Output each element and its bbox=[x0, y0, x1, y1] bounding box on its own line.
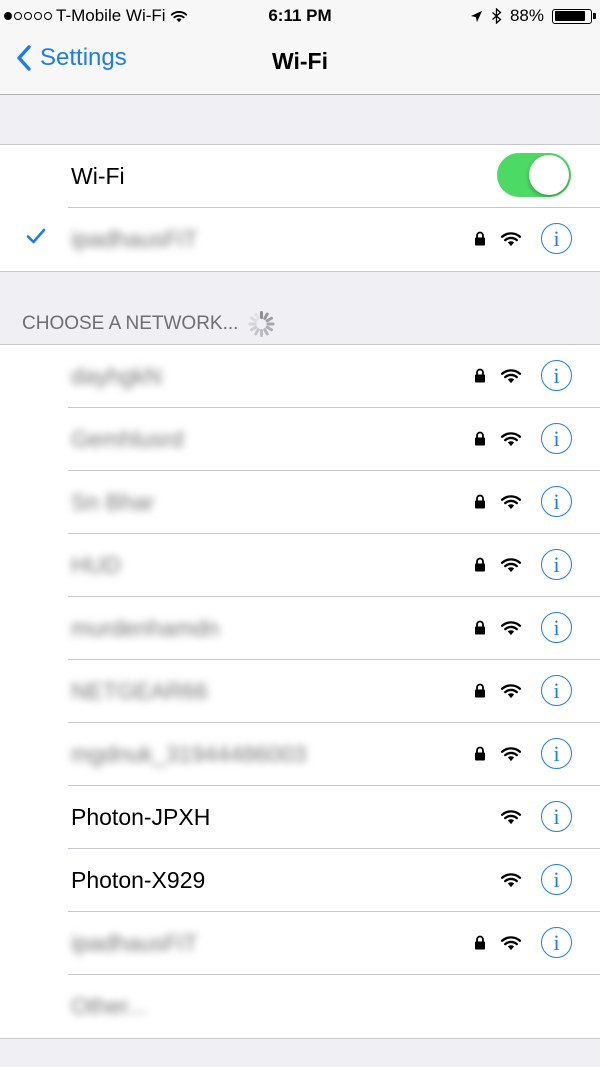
network-row[interactable]: ipadhausFiT i bbox=[68, 912, 600, 975]
network-name: Gemhlusrd bbox=[71, 426, 184, 452]
network-name: Sn Bhar bbox=[71, 489, 155, 515]
info-button[interactable]: i bbox=[541, 801, 572, 832]
network-name: NETGEAR66 bbox=[71, 678, 208, 704]
checkmark-icon bbox=[26, 228, 46, 244]
status-right: 88% bbox=[470, 6, 596, 26]
battery-icon bbox=[552, 8, 596, 24]
network-row[interactable]: Gemhlusrd i bbox=[68, 408, 600, 471]
status-bar: T-Mobile Wi-Fi 6:11 PM 88% bbox=[0, 0, 600, 32]
wifi-toggle-row: Wi-Fi bbox=[68, 145, 600, 208]
wifi-signal-icon bbox=[500, 558, 522, 573]
navigation-bar: Settings Wi-Fi bbox=[0, 32, 600, 95]
lock-icon bbox=[475, 620, 485, 635]
lock-icon bbox=[475, 494, 485, 509]
lock-icon bbox=[475, 368, 485, 383]
back-button[interactable]: Settings bbox=[16, 44, 127, 72]
network-row[interactable]: murdenhamdn i bbox=[68, 597, 600, 660]
connected-network-name: ipadhausFiT bbox=[71, 226, 198, 252]
info-button[interactable]: i bbox=[541, 486, 572, 517]
lock-icon bbox=[475, 746, 485, 761]
wifi-signal-icon bbox=[500, 873, 522, 888]
toggle-knob bbox=[529, 155, 569, 195]
info-button[interactable]: i bbox=[541, 423, 572, 454]
wifi-signal-icon bbox=[500, 684, 522, 699]
network-name: ipadhausFiT bbox=[71, 930, 198, 956]
section-header: CHOOSE A NETWORK... bbox=[22, 310, 276, 338]
network-row[interactable]: mgdnuk_31944486003 i bbox=[68, 723, 600, 786]
network-name: murdenhamdn bbox=[71, 615, 220, 641]
wifi-toggle-label: Wi-Fi bbox=[71, 163, 125, 189]
wifi-signal-icon bbox=[500, 232, 522, 247]
other-network-row[interactable]: Other... bbox=[68, 975, 600, 1038]
info-button[interactable]: i bbox=[541, 612, 572, 643]
lock-icon bbox=[475, 431, 485, 446]
wifi-signal-icon bbox=[500, 747, 522, 762]
lock-icon bbox=[475, 683, 485, 698]
wifi-signal-icon bbox=[500, 369, 522, 384]
network-row[interactable]: Photon-JPXH i bbox=[68, 786, 600, 849]
wifi-settings-group: Wi-Fi ipadhausFiT i bbox=[0, 144, 600, 272]
network-row[interactable]: Photon-X929 i bbox=[68, 849, 600, 912]
info-button[interactable]: i bbox=[541, 223, 572, 254]
battery-percent: 88% bbox=[509, 6, 544, 25]
location-arrow-icon bbox=[470, 10, 483, 22]
lock-icon bbox=[475, 231, 485, 246]
wifi-signal-icon bbox=[500, 621, 522, 636]
network-name: mgdnuk_31944486003 bbox=[71, 741, 307, 767]
info-button[interactable]: i bbox=[541, 360, 572, 391]
network-list: dayhgkN i Gemhlusrd i Sn Bhar i HUD i murdenhamd… bbox=[0, 344, 600, 1039]
network-row[interactable]: NETGEAR66 i bbox=[68, 660, 600, 723]
info-button[interactable]: i bbox=[541, 864, 572, 895]
wifi-signal-icon bbox=[500, 495, 522, 510]
info-button[interactable]: i bbox=[541, 738, 572, 769]
connected-network-row[interactable]: ipadhausFiT i bbox=[26, 208, 600, 271]
network-name: Photon-X929 bbox=[71, 867, 206, 893]
network-name: HUD bbox=[71, 552, 121, 578]
network-row[interactable]: dayhgkN i bbox=[68, 345, 600, 408]
chevron-left-icon bbox=[17, 45, 31, 71]
info-button[interactable]: i bbox=[541, 927, 572, 958]
network-row[interactable]: HUD i bbox=[68, 534, 600, 597]
lock-icon bbox=[475, 935, 485, 950]
bluetooth-icon bbox=[492, 8, 502, 24]
wifi-toggle-switch[interactable] bbox=[497, 153, 571, 197]
info-button[interactable]: i bbox=[541, 675, 572, 706]
wifi-signal-icon bbox=[500, 432, 522, 447]
network-row[interactable]: Sn Bhar i bbox=[68, 471, 600, 534]
lock-icon bbox=[475, 557, 485, 572]
info-button[interactable]: i bbox=[541, 549, 572, 580]
network-name: dayhgkN bbox=[71, 363, 162, 389]
choose-network-label: CHOOSE A NETWORK... bbox=[22, 313, 239, 334]
network-name: Photon-JPXH bbox=[71, 804, 211, 830]
wifi-signal-icon bbox=[500, 810, 522, 825]
wifi-signal-icon bbox=[500, 936, 522, 951]
network-name: Other... bbox=[71, 993, 147, 1019]
loading-spinner-icon bbox=[248, 310, 276, 338]
back-label: Settings bbox=[40, 44, 127, 71]
